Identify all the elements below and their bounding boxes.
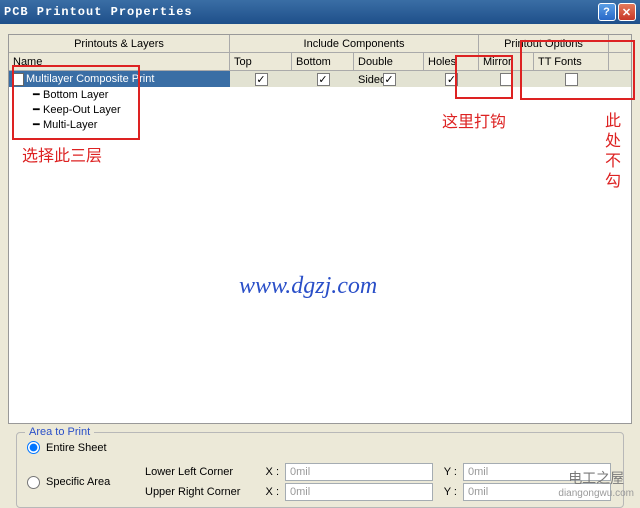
page-icon: [13, 73, 24, 86]
layer-item[interactable]: ━Keep-Out Layer: [9, 102, 631, 117]
layer-item[interactable]: ━Bottom Layer: [9, 87, 631, 102]
help-button[interactable]: ?: [598, 3, 616, 21]
layer-item[interactable]: ━Multi-Layer: [9, 117, 631, 132]
check-ttfonts[interactable]: [565, 73, 578, 86]
check-top[interactable]: [255, 73, 268, 86]
table-row[interactable]: Multilayer Composite Print: [9, 71, 631, 87]
x-label: X :: [261, 486, 279, 498]
layer-label: Multi-Layer: [43, 119, 97, 131]
close-button[interactable]: ✕: [618, 3, 636, 21]
llc-label: Lower Left Corner: [145, 466, 255, 478]
layer-label: Keep-Out Layer: [43, 104, 121, 116]
col-ttfonts[interactable]: TT Fonts: [534, 53, 609, 70]
watermark-url: www.dgzj.com: [239, 273, 377, 300]
row-name-cell: Multilayer Composite Print: [9, 71, 230, 87]
window-title: PCB Printout Properties: [4, 5, 596, 19]
col-group-components: Include Components: [230, 35, 479, 52]
col-group-options: Printout Options: [479, 35, 609, 52]
col-holes[interactable]: Holes: [424, 53, 479, 70]
x-label: X :: [261, 466, 279, 478]
check-double[interactable]: [383, 73, 396, 86]
titlebar: PCB Printout Properties ? ✕: [0, 0, 640, 24]
dialog-content: Printouts & Layers Include Components Pr…: [0, 24, 640, 508]
check-bottom[interactable]: [317, 73, 330, 86]
tree-line-icon: ━: [33, 103, 43, 116]
row-name-label: Multilayer Composite Print: [26, 73, 154, 85]
grid-header-cols: Name Top Bottom Double Sided Holes Mirro…: [9, 53, 631, 71]
radio-entire-input[interactable]: [27, 441, 40, 454]
radio-specific-label: Specific Area: [46, 476, 110, 488]
tree-line-icon: ━: [33, 88, 43, 101]
radio-specific-area[interactable]: Specific Area: [27, 476, 145, 489]
col-top[interactable]: Top: [230, 53, 292, 70]
area-to-print-fieldset: Area to Print Entire Sheet Specific Area…: [16, 432, 624, 508]
radio-entire-sheet[interactable]: Entire Sheet: [27, 441, 107, 454]
y-label: Y :: [439, 486, 457, 498]
check-mirror[interactable]: [500, 73, 513, 86]
grid-header-group: Printouts & Layers Include Components Pr…: [9, 35, 631, 53]
llc-x-input[interactable]: [285, 463, 433, 481]
urc-label: Upper Right Corner: [145, 486, 255, 498]
grid-area: Printouts & Layers Include Components Pr…: [8, 34, 632, 424]
col-group-printouts: Printouts & Layers: [9, 35, 230, 52]
col-name[interactable]: Name: [9, 53, 230, 70]
y-label: Y :: [439, 466, 457, 478]
urc-x-input[interactable]: [285, 483, 433, 501]
layer-label: Bottom Layer: [43, 89, 108, 101]
urc-y-input[interactable]: [463, 483, 611, 501]
fieldset-legend: Area to Print: [25, 426, 94, 438]
col-double[interactable]: Double Sided: [354, 53, 424, 70]
tree-line-icon: ━: [33, 118, 43, 131]
radio-entire-label: Entire Sheet: [46, 442, 107, 454]
llc-y-input[interactable]: [463, 463, 611, 481]
col-bottom[interactable]: Bottom: [292, 53, 354, 70]
col-mirror[interactable]: Mirror: [479, 53, 534, 70]
check-holes[interactable]: [445, 73, 458, 86]
radio-specific-input[interactable]: [27, 476, 40, 489]
